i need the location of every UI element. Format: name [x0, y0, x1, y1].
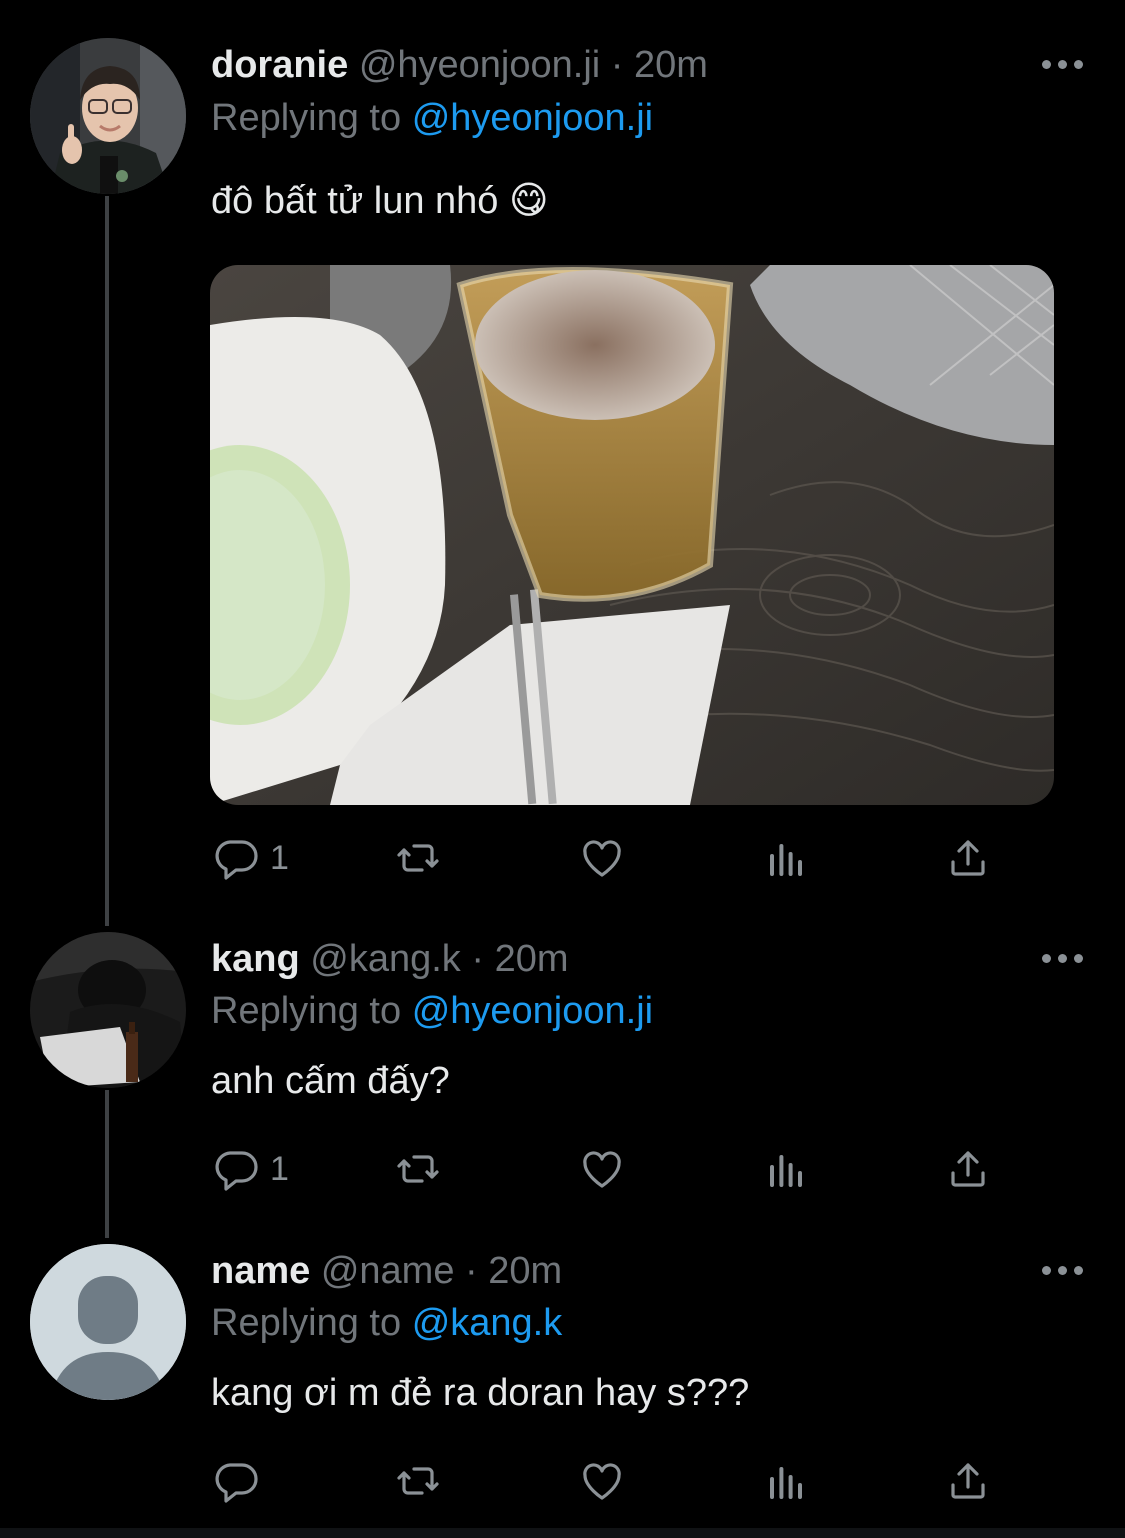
like-button[interactable]	[578, 1144, 626, 1194]
more-icon-dot	[1058, 1266, 1067, 1275]
more-icon-dot	[1074, 60, 1083, 69]
replying-to-mention[interactable]: @hyeonjoon.ji	[412, 97, 653, 139]
share-button[interactable]	[944, 1456, 992, 1506]
views-button[interactable]	[762, 1144, 810, 1194]
more-icon	[1042, 60, 1051, 69]
replying-to-mention[interactable]: @hyeonjoon.ji	[412, 990, 653, 1032]
tweet-photo[interactable]	[210, 265, 1054, 805]
avatar-photo	[30, 932, 186, 1088]
more-button[interactable]	[1040, 1264, 1084, 1276]
retweet-icon	[397, 1467, 439, 1495]
share-icon	[951, 1151, 985, 1187]
reply-button[interactable]	[212, 1456, 270, 1506]
user-handle[interactable]: @name	[321, 1250, 455, 1292]
separator-dot: ·	[610, 44, 624, 86]
tweet[interactable]: kang @kang.k · 20m Replying to @hyeonjoo…	[0, 910, 1125, 1230]
tweet[interactable]: doranie @hyeonjoon.ji · 20m Replying to …	[0, 0, 1125, 910]
more-icon-dot	[1058, 954, 1067, 963]
tweet-actions: 1	[212, 833, 1012, 883]
heart-icon	[583, 1151, 621, 1188]
more-icon-dot	[1058, 60, 1067, 69]
like-button[interactable]	[578, 1456, 626, 1506]
like-button[interactable]	[578, 833, 626, 883]
tweet-text: anh cấm đấy?	[211, 1060, 450, 1102]
analytics-icon	[770, 844, 802, 876]
heart-icon	[583, 1463, 621, 1500]
avatar-photo	[30, 38, 186, 194]
more-button[interactable]	[1040, 58, 1084, 70]
reply-icon	[215, 1151, 258, 1191]
replying-label: Replying to	[211, 990, 402, 1032]
more-icon	[1042, 954, 1051, 963]
heart-icon	[583, 840, 621, 877]
display-name[interactable]: doranie	[211, 44, 348, 86]
timestamp[interactable]: 20m	[488, 1250, 562, 1292]
share-icon	[951, 840, 985, 876]
tweet-text: đô bất tử lun nhó 😋	[211, 180, 549, 222]
replying-label: Replying to	[211, 1302, 402, 1344]
display-name[interactable]: name	[211, 1250, 310, 1292]
photo-image	[210, 265, 1054, 805]
tweet-actions: 1	[212, 1144, 1012, 1194]
timestamp[interactable]: 20m	[634, 44, 708, 86]
replying-to-line: Replying to @kang.k	[211, 1296, 562, 1350]
reply-button[interactable]: 1	[212, 833, 289, 883]
avatar[interactable]	[30, 932, 186, 1088]
avatar[interactable]	[30, 38, 186, 194]
default-avatar-icon	[30, 1244, 186, 1400]
reply-count: 1	[270, 1149, 289, 1188]
more-icon	[1042, 1266, 1051, 1275]
retweet-button[interactable]	[394, 1144, 442, 1194]
retweet-icon	[397, 844, 439, 872]
display-name[interactable]: kang	[211, 938, 300, 980]
tweet-header: name @name · 20m	[211, 1244, 562, 1298]
reply-icon	[215, 1463, 258, 1503]
avatar[interactable]	[30, 1244, 186, 1400]
retweet-button[interactable]	[394, 833, 442, 883]
share-icon	[951, 1463, 985, 1499]
separator-dot: ·	[465, 1250, 478, 1292]
views-button[interactable]	[762, 833, 810, 883]
analytics-icon	[770, 1467, 802, 1499]
retweet-button[interactable]	[394, 1456, 442, 1506]
user-handle[interactable]: @hyeonjoon.ji	[359, 44, 600, 86]
replying-to-line: Replying to @hyeonjoon.ji	[211, 984, 653, 1038]
tweet-header: doranie @hyeonjoon.ji · 20m	[211, 38, 708, 92]
tweet-header: kang @kang.k · 20m	[211, 932, 569, 986]
reply-count: 1	[270, 838, 289, 877]
tweet-text: kang ơi m đẻ ra doran hay s???	[211, 1372, 750, 1414]
retweet-icon	[397, 1155, 439, 1183]
bottom-divider	[0, 1528, 1125, 1538]
separator-dot: ·	[471, 938, 485, 980]
reply-button[interactable]: 1	[212, 1144, 289, 1194]
replying-to-mention[interactable]: @kang.k	[412, 1302, 563, 1344]
reply-icon	[215, 840, 258, 880]
more-button[interactable]	[1040, 952, 1084, 964]
user-handle[interactable]: @kang.k	[310, 938, 461, 980]
analytics-icon	[770, 1155, 802, 1187]
replying-label: Replying to	[211, 97, 402, 139]
replying-to-line: Replying to @hyeonjoon.ji	[211, 91, 653, 145]
views-button[interactable]	[762, 1456, 810, 1506]
tweet-actions	[212, 1456, 1012, 1506]
tweet[interactable]: name @name · 20m Replying to @kang.k kan…	[0, 1230, 1125, 1528]
share-button[interactable]	[944, 1144, 992, 1194]
share-button[interactable]	[944, 833, 992, 883]
more-icon-dot	[1074, 1266, 1083, 1275]
timestamp[interactable]: 20m	[495, 938, 569, 980]
more-icon-dot	[1074, 954, 1083, 963]
